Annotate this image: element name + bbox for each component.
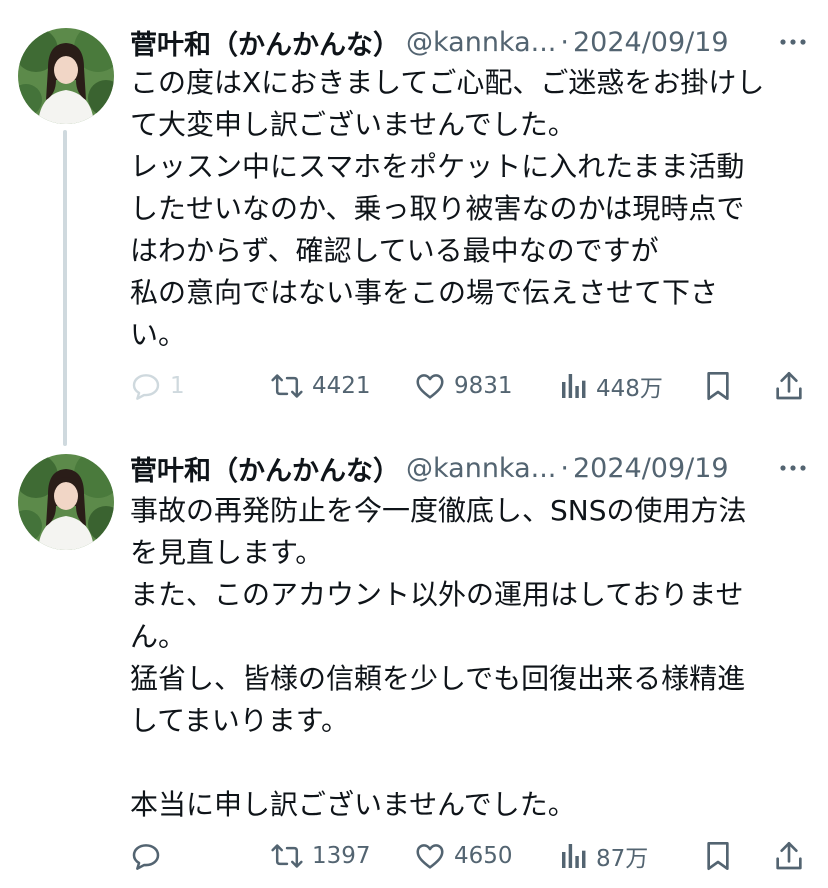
share-button[interactable] [774, 834, 804, 878]
avatar[interactable] [18, 454, 114, 550]
reply-bubble-icon [130, 840, 162, 872]
tweet-header: 菅叶和（かんかんな） @kannka... · 2024/09/19 [130, 22, 808, 62]
bookmark-icon [704, 840, 732, 872]
display-name[interactable]: 菅叶和（かんかんな） [130, 449, 400, 488]
avatar-photo-icon [18, 454, 114, 550]
repost-arrows-icon [270, 840, 304, 872]
tweet-text: この度はXにおきましてご心配、ご迷惑をお掛けし て大変申し訳ございませんでした。… [130, 62, 820, 356]
tweet-text-line: 本当に申し訳ございませんでした。 [130, 788, 576, 821]
tweet-text-line: したせいなのか、乗っ取り被害なのかは現時点で [130, 192, 745, 225]
tweet-text-line: て大変申し訳ございませんでした。 [130, 108, 576, 141]
separator-dot: · [560, 26, 569, 58]
tweet-text: 事故の再発防止を今一度徹底し、SNSの使用方法 を見直します。 また、このアカウ… [130, 490, 820, 826]
tweet-text-line: してまいります。 [130, 704, 349, 737]
repost-count: 4421 [312, 373, 371, 399]
tweet-text-line: を見直します。 [130, 536, 324, 569]
views-count: 448万 [596, 376, 663, 402]
like-button[interactable]: 9831 [414, 364, 513, 408]
more-dots-icon[interactable] [778, 454, 808, 482]
tweet-text-line: 事故の再発防止を今一度徹底し、SNSの使用方法 [130, 494, 747, 527]
tweet-text-line: レッスン中にスマホをポケットに入れたまま活動 [130, 150, 745, 183]
tweet-text-line: い。 [130, 318, 187, 351]
views-bars-icon [560, 370, 588, 402]
tweet-2[interactable]: 菅叶和（かんかんな） @kannka... · 2024/09/19 事故の再発… [0, 440, 828, 888]
repost-arrows-icon [270, 370, 304, 402]
tweet-date[interactable]: 2024/09/19 [573, 453, 729, 484]
user-handle[interactable]: @kannka... [406, 453, 556, 484]
more-dots-icon[interactable] [778, 28, 808, 56]
tweet-thread: 菅叶和（かんかんな） @kannka... · 2024/09/19 この度はX… [0, 0, 828, 888]
reply-button[interactable]: 1 [130, 364, 185, 408]
tweet-text-line: 猛省し、皆様の信頼を少しでも回復出来る様精進 [130, 662, 746, 695]
display-name[interactable]: 菅叶和（かんかんな） [130, 23, 400, 62]
like-button[interactable]: 4650 [414, 834, 513, 878]
views-button[interactable]: 448万 [560, 364, 663, 408]
tweet-text-line: また、このアカウント以外の運用はしておりませ [130, 578, 744, 611]
share-upload-icon [774, 840, 804, 872]
tweet-text-line [130, 742, 820, 784]
tweet-date[interactable]: 2024/09/19 [573, 27, 729, 58]
heart-icon [414, 840, 446, 872]
tweet-text-line: 私の意向ではない事をこの場で伝えさせて下さ [130, 276, 719, 309]
repost-button[interactable]: 4421 [270, 364, 371, 408]
share-upload-icon [774, 370, 804, 402]
tweet-header: 菅叶和（かんかんな） @kannka... · 2024/09/19 [130, 448, 808, 488]
like-count: 4650 [454, 843, 513, 869]
views-count: 87万 [596, 846, 649, 872]
share-button[interactable] [774, 364, 804, 408]
repost-button[interactable]: 1397 [270, 834, 371, 878]
views-bars-icon [560, 840, 588, 872]
bookmark-icon [704, 370, 732, 402]
tweet-actions: 1 4421 9831 448万 [130, 364, 810, 408]
bookmark-button[interactable] [704, 834, 732, 878]
tweet-text-line: はわからず、確認している最中なのですが [130, 234, 659, 267]
tweet-text-line: ん。 [130, 620, 187, 653]
repost-count: 1397 [312, 843, 371, 869]
avatar[interactable] [18, 28, 114, 124]
avatar-photo-icon [18, 28, 114, 124]
thread-connector-line [63, 130, 67, 446]
reply-button[interactable] [130, 834, 162, 878]
tweet-actions: 1397 4650 87万 [130, 834, 810, 878]
user-handle[interactable]: @kannka... [406, 27, 556, 58]
like-count: 9831 [454, 373, 513, 399]
heart-icon [414, 370, 446, 402]
bookmark-button[interactable] [704, 364, 732, 408]
views-button[interactable]: 87万 [560, 834, 648, 878]
tweet-text-line: この度はXにおきましてご心配、ご迷惑をお掛けし [130, 66, 765, 99]
reply-bubble-icon [130, 370, 162, 402]
separator-dot: · [560, 452, 569, 484]
tweet-1[interactable]: 菅叶和（かんかんな） @kannka... · 2024/09/19 この度はX… [0, 0, 828, 446]
reply-count: 1 [170, 373, 185, 399]
